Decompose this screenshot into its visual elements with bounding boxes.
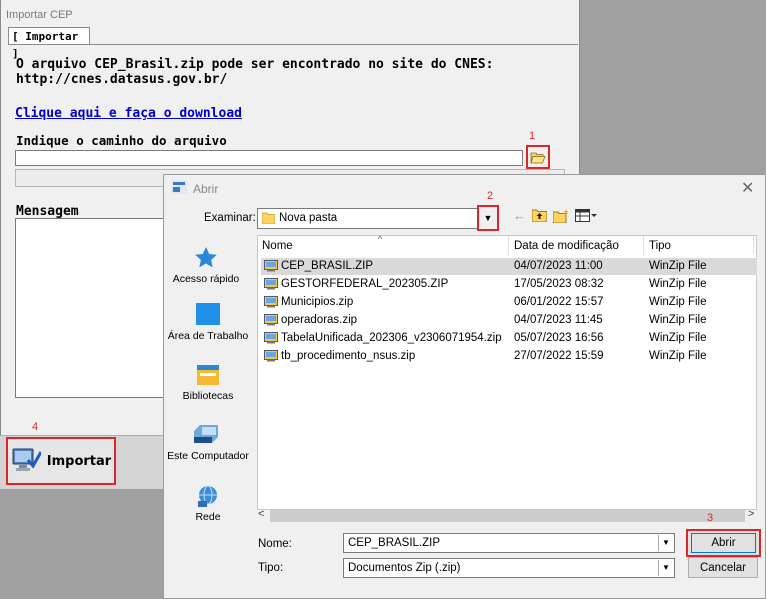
desktop-icon <box>196 303 220 325</box>
open-button[interactable]: Abrir <box>686 529 761 557</box>
tab-importar[interactable]: [ Importar ] <box>8 27 90 60</box>
browse-button[interactable] <box>526 145 550 169</box>
import-button[interactable]: Importar <box>6 437 116 485</box>
place-label: Área de Trabalho <box>167 330 249 342</box>
zip-file-icon <box>264 314 278 326</box>
scroll-right-icon[interactable]: > <box>748 508 754 520</box>
tab-divider <box>8 44 578 45</box>
zip-file-icon <box>264 278 278 290</box>
chevron-down-icon[interactable]: ▼ <box>658 535 673 551</box>
place-label: Este Computador <box>167 450 249 462</box>
new-folder-icon[interactable] <box>553 208 569 223</box>
file-name: tb_procedimento_nsus.zip <box>281 350 416 362</box>
step-marker-1: 1 <box>529 130 536 142</box>
file-type: WinZip File <box>649 278 707 290</box>
message-box[interactable] <box>15 218 165 398</box>
file-row[interactable]: Municipios.zip 06/01/2022 15:57 WinZip F… <box>261 294 757 311</box>
path-input[interactable] <box>15 150 523 166</box>
file-row[interactable]: tb_procedimento_nsus.zip 27/07/2022 15:5… <box>261 348 757 365</box>
folder-open-icon <box>530 152 546 163</box>
column-divider <box>753 236 754 254</box>
place-label: Rede <box>195 511 221 523</box>
file-type: WinZip File <box>649 296 707 308</box>
place-libraries[interactable]: Bibliotecas <box>164 363 252 402</box>
folder-icon <box>262 212 275 224</box>
path-label: Indique o caminho do arquivo <box>16 133 227 148</box>
file-modified: 04/07/2023 11:00 <box>514 260 603 272</box>
column-header-name[interactable]: Nome <box>262 240 293 252</box>
back-arrow-icon[interactable]: ← <box>513 208 526 223</box>
cancel-button[interactable]: Cancelar <box>688 557 758 578</box>
file-type: WinZip File <box>649 314 707 326</box>
zip-file-icon <box>264 296 278 308</box>
file-row[interactable]: TabelaUnificada_202306_v2306071954.zip 0… <box>261 330 757 347</box>
sort-arrow-icon: ^ <box>378 234 383 244</box>
look-in-label: Examinar: <box>204 212 256 224</box>
file-modified: 06/01/2022 15:57 <box>514 296 604 308</box>
file-modified: 04/07/2023 11:45 <box>514 314 603 326</box>
file-name: Municipios.zip <box>281 296 354 308</box>
file-type-label: Tipo: <box>258 562 284 574</box>
scrollbar-thumb[interactable] <box>270 510 745 522</box>
file-name: CEP_BRASIL.ZIP <box>281 260 374 272</box>
download-link[interactable]: Clique aqui e faça o download <box>15 106 242 121</box>
place-quick-access[interactable]: Acesso rápido <box>162 246 250 285</box>
message-label: Mensagem <box>16 204 79 219</box>
file-name-label: Nome: <box>258 538 292 550</box>
info-text-line1: O arquivo CEP_Brasil.zip pode ser encont… <box>16 57 494 72</box>
step-marker-3: 3 <box>707 512 714 524</box>
column-header-type[interactable]: Tipo <box>649 240 671 252</box>
file-name-input[interactable]: CEP_BRASIL.ZIP ▼ <box>343 533 675 553</box>
look-in-dropdown-button[interactable]: ▼ <box>477 205 499 231</box>
window-title: Importar CEP <box>6 9 73 21</box>
close-icon[interactable]: ✕ <box>741 178 754 198</box>
place-this-pc[interactable]: Este Computador <box>164 423 252 462</box>
chevron-down-icon: ▼ <box>483 213 493 223</box>
dialog-toolbar: ← <box>513 208 597 223</box>
place-label: Bibliotecas <box>182 390 234 402</box>
chevron-down-icon[interactable]: ▼ <box>658 560 673 576</box>
file-modified: 17/05/2023 08:32 <box>514 278 604 290</box>
dialog-title: Abrir <box>193 182 219 196</box>
import-button-label: Importar <box>46 453 112 469</box>
open-button-label: Abrir <box>691 533 756 553</box>
file-row[interactable]: GESTORFEDERAL_202305.ZIP 17/05/2023 08:3… <box>261 276 757 293</box>
file-name-value: CEP_BRASIL.ZIP <box>348 537 441 549</box>
dialog-app-icon <box>171 180 187 194</box>
step-marker-4: 4 <box>32 421 39 433</box>
look-in-value: Nova pasta <box>279 212 338 224</box>
file-type-select[interactable]: Documentos Zip (.zip) ▼ <box>343 558 675 578</box>
file-modified: 27/07/2022 15:59 <box>514 350 604 362</box>
network-icon <box>198 485 217 507</box>
file-type: WinZip File <box>649 332 707 344</box>
place-desktop[interactable]: Área de Trabalho <box>164 301 252 342</box>
column-divider <box>508 236 509 254</box>
place-label: Acesso rápido <box>172 273 240 285</box>
zip-file-icon <box>264 332 278 344</box>
column-header-modified[interactable]: Data de modificação <box>514 240 619 252</box>
library-icon <box>197 365 219 385</box>
step-marker-2: 2 <box>487 190 494 202</box>
file-name: TabelaUnificada_202306_v2306071954.zip <box>281 332 502 344</box>
computer-icon <box>194 425 218 443</box>
place-network[interactable]: Rede <box>164 484 252 523</box>
file-name: operadoras.zip <box>281 314 358 326</box>
up-folder-icon[interactable] <box>532 209 547 222</box>
zip-file-icon <box>264 350 278 362</box>
file-type-value: Documentos Zip (.zip) <box>348 562 461 574</box>
file-name: GESTORFEDERAL_202305.ZIP <box>281 278 449 290</box>
file-type: WinZip File <box>649 260 707 272</box>
file-row[interactable]: CEP_BRASIL.ZIP 04/07/2023 11:00 WinZip F… <box>261 258 757 275</box>
zip-file-icon <box>264 260 278 272</box>
file-row[interactable]: operadoras.zip 04/07/2023 11:45 WinZip F… <box>261 312 757 329</box>
star-icon <box>195 247 217 268</box>
column-divider <box>643 236 644 254</box>
view-menu-icon[interactable] <box>575 209 597 222</box>
file-modified: 05/07/2023 16:56 <box>514 332 604 344</box>
scroll-left-icon[interactable]: < <box>258 508 264 520</box>
info-text-line2: http://cnes.datasus.gov.br/ <box>16 72 228 87</box>
import-computer-icon <box>12 448 41 471</box>
file-type: WinZip File <box>649 350 707 362</box>
